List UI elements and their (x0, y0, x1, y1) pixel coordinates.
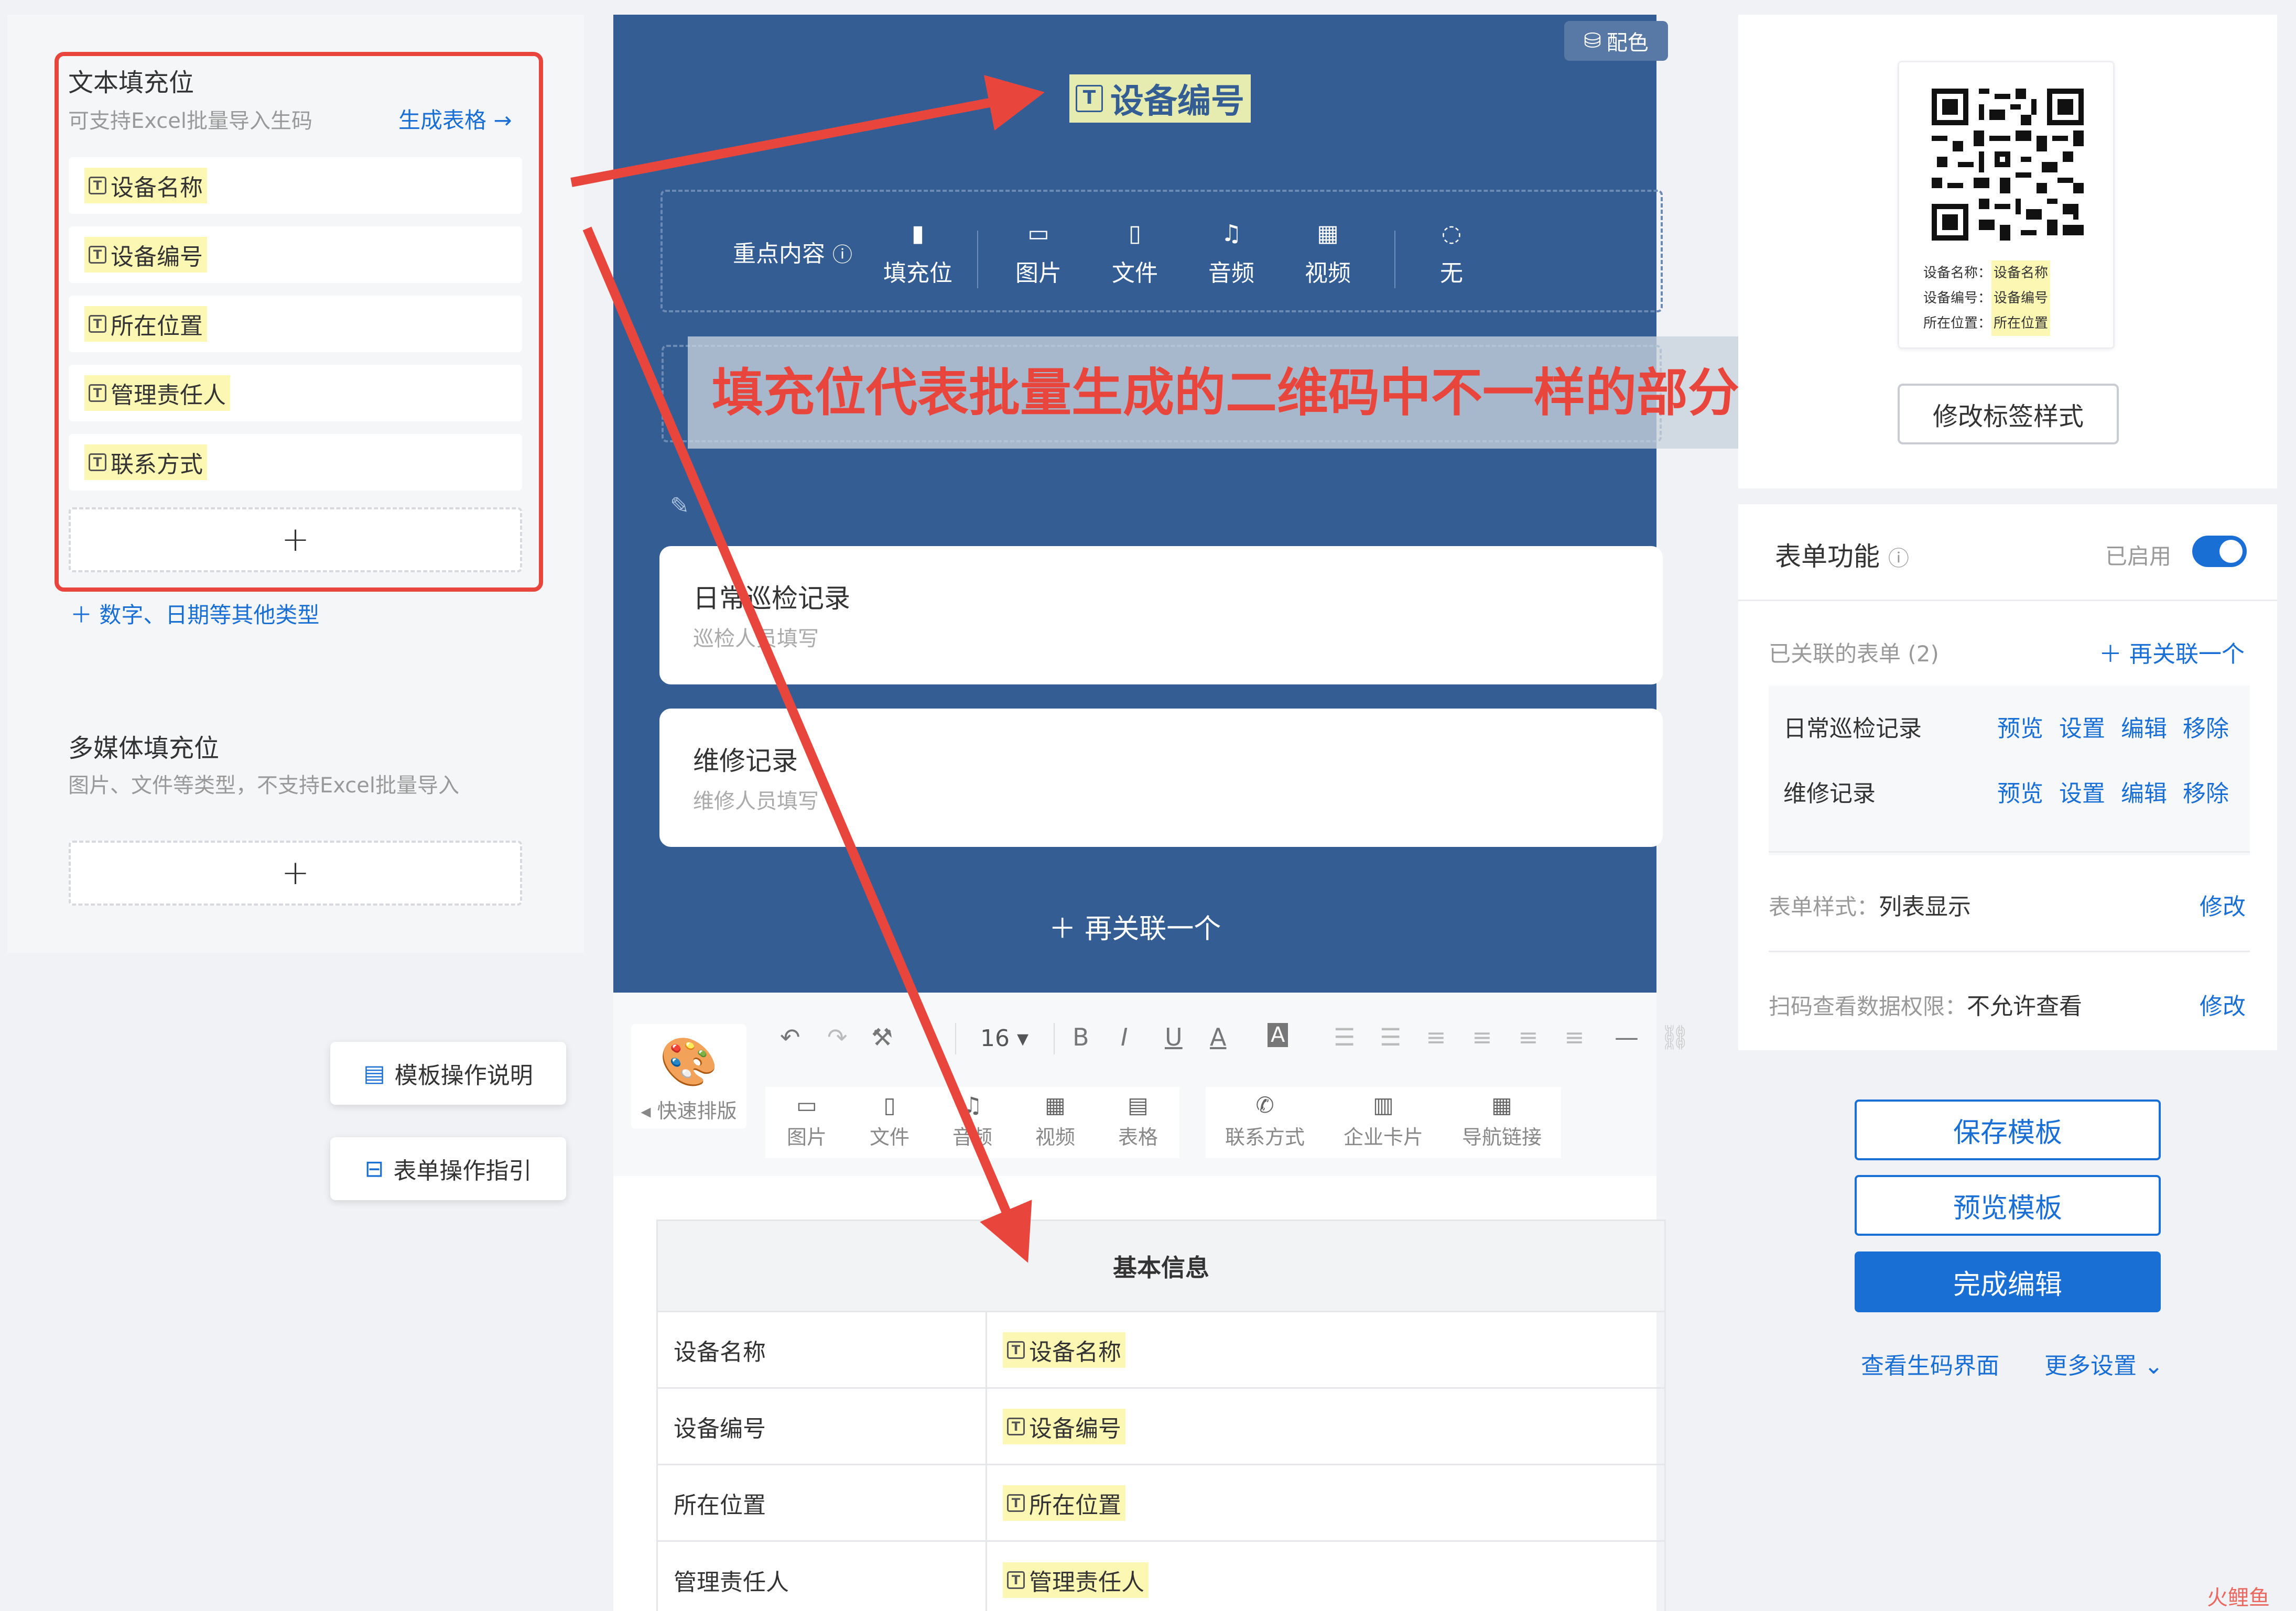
arrow-to-title (570, 75, 1045, 187)
annotation-arrows (570, 75, 1045, 1263)
arrow-to-table (582, 226, 1032, 1263)
